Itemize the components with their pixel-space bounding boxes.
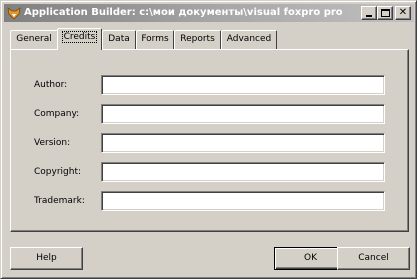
tab-data-label: Data (108, 34, 130, 44)
minimize-button[interactable] (361, 6, 377, 20)
tab-advanced-label: Advanced (226, 34, 272, 44)
title-bar[interactable]: Application Builder: c:\мои документы\vi… (4, 4, 414, 22)
credits-panel (10, 49, 409, 232)
tab-advanced[interactable]: Advanced (221, 30, 277, 49)
maximize-button[interactable] (377, 6, 393, 20)
tab-data[interactable]: Data (102, 30, 136, 49)
minimize-icon (366, 15, 372, 17)
close-icon: ✕ (398, 7, 408, 18)
application-builder-window: Application Builder: c:\мои документы\vi… (0, 0, 417, 279)
tab-general-label: General (16, 34, 52, 44)
window-title: Application Builder: c:\мои документы\vi… (24, 7, 342, 18)
tab-forms-label: Forms (141, 34, 169, 44)
tab-general[interactable]: General (10, 30, 58, 49)
tab-credits-label: Credits (61, 31, 98, 43)
close-button[interactable]: ✕ (395, 6, 411, 20)
help-button[interactable]: Help (10, 247, 83, 270)
tab-reports-label: Reports (180, 34, 215, 44)
foxpro-icon (7, 7, 21, 20)
tab-forms[interactable]: Forms (136, 30, 174, 49)
tab-reports[interactable]: Reports (174, 30, 221, 49)
cancel-button[interactable]: Cancel (337, 247, 410, 270)
tab-credits[interactable]: Credits (57, 28, 102, 50)
maximize-icon (381, 9, 390, 17)
